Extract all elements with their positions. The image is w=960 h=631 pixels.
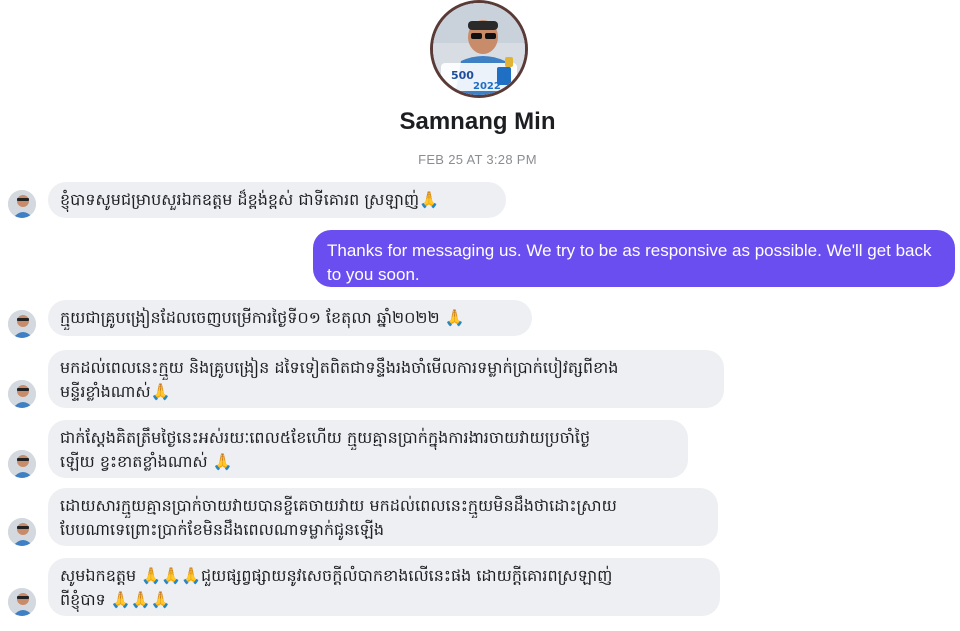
- avatar-photo: [8, 588, 36, 616]
- profile-name[interactable]: Samnang Min: [0, 108, 955, 136]
- contact-avatar[interactable]: [8, 190, 36, 218]
- message-bubble[interactable]: មកដល់ពេលនេះក្មួយ និងគ្រូបង្រៀន ដទៃទៀតពិត…: [48, 350, 724, 408]
- profile-avatar[interactable]: 500 2022: [430, 0, 528, 98]
- message-bubble[interactable]: ក្មួយជាគ្រូបង្រៀនដែលចេញបម្រើការថ្ងៃទី០១ …: [48, 300, 532, 336]
- avatar-photo: [8, 450, 36, 478]
- contact-avatar[interactable]: [8, 588, 36, 616]
- avatar-photo: [8, 310, 36, 338]
- message-bubble[interactable]: ជាក់ស្តែងគិតត្រឹមថ្ងៃនេះអស់រយៈពេល៥ខែហើយ …: [48, 420, 688, 478]
- avatar-badge-number: 500: [451, 69, 474, 82]
- contact-avatar[interactable]: [8, 380, 36, 408]
- message-bubble[interactable]: ដោយសារក្មួយគ្មានប្រាក់ចាយវាយបានខ្ចីគេចាយ…: [48, 488, 718, 546]
- message-bubble[interactable]: សូមឯកឧត្តម 🙏🙏🙏ជួយផ្សព្វផ្សាយនូវសេចក្តីលំ…: [48, 558, 720, 616]
- outgoing-message-bubble[interactable]: Thanks for messaging us. We try to be as…: [313, 230, 955, 287]
- contact-avatar[interactable]: [8, 518, 36, 546]
- avatar-badge-year: 2022: [473, 81, 501, 92]
- contact-avatar[interactable]: [8, 310, 36, 338]
- contact-avatar[interactable]: [8, 450, 36, 478]
- message-bubble[interactable]: ខ្ញុំបាទសូមជម្រាបសួរឯកឧត្តម ដ៏ខ្ពង់ខ្ពស់…: [48, 182, 506, 218]
- chat-thread: 500 2022 Samnang Min FEB 25 AT 3:28 PM ខ…: [0, 0, 960, 631]
- profile-photo: 500 2022: [433, 3, 525, 95]
- avatar-photo: [8, 518, 36, 546]
- avatar-photo: [8, 380, 36, 408]
- avatar-photo: [8, 190, 36, 218]
- message-timestamp: FEB 25 AT 3:28 PM: [418, 152, 537, 167]
